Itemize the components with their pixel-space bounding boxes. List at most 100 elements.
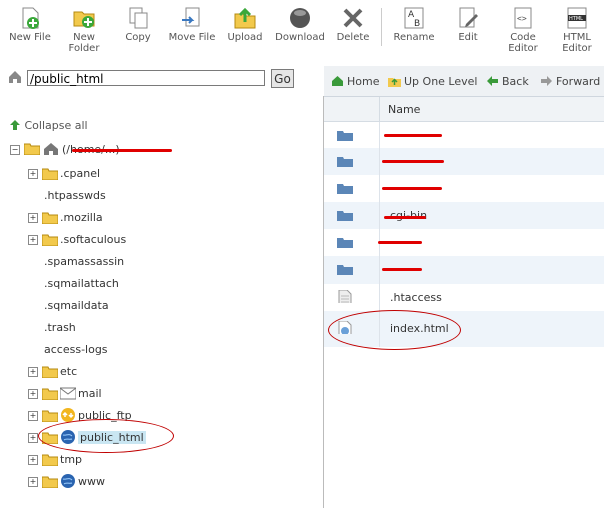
tree-item-etc[interactable]: + etc: [28, 364, 228, 382]
row-icon-cell: [324, 122, 380, 148]
tree-item-www[interactable]: + www: [28, 474, 228, 492]
tree-item-label: .sqmailattach: [44, 277, 119, 290]
row-icon-cell: [324, 202, 380, 229]
delete-button[interactable]: Delete: [334, 6, 372, 43]
tree-item-sqmaildata[interactable]: .sqmaildata: [28, 298, 228, 316]
tree-item-access-logs[interactable]: access-logs: [28, 342, 228, 360]
collapse-toggle-icon[interactable]: −: [10, 145, 20, 155]
folder-icon: [42, 410, 58, 422]
collapse-all-label: Collapse all: [24, 119, 88, 132]
folder-icon: [337, 131, 353, 141]
folder-icon: [337, 157, 353, 167]
move-file-button[interactable]: Move File: [165, 6, 219, 43]
table-row[interactable]: [324, 229, 604, 256]
name-column-header[interactable]: Name: [388, 103, 420, 116]
path-home-icon[interactable]: [8, 70, 22, 84]
tree-item-mozilla[interactable]: + .mozilla: [28, 210, 228, 228]
forward-label: Forward: [556, 75, 601, 88]
go-button[interactable]: Go: [271, 69, 294, 88]
new-file-label: New File: [9, 32, 51, 43]
folder-icon: [42, 366, 58, 378]
home-link[interactable]: Home: [331, 75, 379, 88]
copy-button[interactable]: Copy: [120, 6, 156, 43]
table-row[interactable]: .htaccess: [324, 284, 604, 311]
folder-icon: [337, 265, 353, 275]
upload-button[interactable]: Upload: [225, 6, 265, 43]
tree-item-mail[interactable]: + mail: [28, 386, 228, 404]
delete-icon: [341, 6, 365, 30]
tree-item-htpasswds[interactable]: .htpasswds: [28, 188, 228, 206]
collapse-all-link[interactable]: Collapse all: [9, 119, 88, 132]
move-file-icon: [180, 6, 204, 30]
expand-toggle-icon[interactable]: +: [28, 367, 38, 377]
row-icon-cell: [324, 284, 380, 311]
expand-toggle-icon[interactable]: +: [28, 213, 38, 223]
toolbar-divider: [381, 8, 382, 46]
edit-icon: [456, 6, 480, 30]
collapse-arrow-icon: [9, 119, 21, 131]
tree-item-label: .mozilla: [60, 211, 103, 224]
folder-icon: [42, 212, 58, 224]
tree-item-label: .htpasswds: [44, 189, 106, 202]
file-name[interactable]: .htaccess: [390, 291, 442, 304]
path-input[interactable]: /public_html: [27, 70, 265, 86]
expand-toggle-icon[interactable]: +: [28, 455, 38, 465]
expand-toggle-icon[interactable]: +: [28, 477, 38, 487]
tree-item-spamassassin[interactable]: .spamassassin: [28, 254, 228, 272]
rename-label: Rename: [393, 32, 435, 43]
folder-icon: [42, 234, 58, 246]
svg-text:HTML: HTML: [569, 16, 583, 22]
tree-item-sqmailattach[interactable]: .sqmailattach: [28, 276, 228, 294]
tree-item-label: .trash: [44, 321, 76, 334]
tree-item-label: www: [78, 475, 105, 488]
download-label: Download: [275, 32, 325, 43]
tree-item-softaculous[interactable]: + .softaculous: [28, 232, 228, 250]
table-row[interactable]: [324, 256, 604, 284]
expand-toggle-icon[interactable]: +: [28, 433, 38, 443]
folder-icon: [42, 476, 58, 488]
expand-toggle-icon[interactable]: +: [28, 235, 38, 245]
tree-item-label: .spamassassin: [44, 255, 125, 268]
delete-label: Delete: [336, 32, 370, 43]
download-button[interactable]: Download: [274, 6, 326, 43]
folder-icon: [42, 168, 58, 180]
new-folder-button[interactable]: New Folder: [60, 6, 108, 54]
redaction-mark: [384, 134, 442, 137]
back-link[interactable]: Back: [486, 75, 529, 88]
up-one-level-link[interactable]: Up One Level: [388, 75, 477, 88]
table-row[interactable]: [324, 148, 604, 175]
home-icon: [331, 75, 344, 87]
expand-toggle-icon[interactable]: +: [28, 389, 38, 399]
tree-item-trash[interactable]: .trash: [28, 320, 228, 338]
folder-icon: [337, 211, 353, 221]
rename-button[interactable]: AB Rename: [392, 6, 436, 43]
tree-item-cpanel[interactable]: + .cpanel: [28, 166, 228, 184]
expand-toggle-icon[interactable]: +: [28, 411, 38, 421]
table-row[interactable]: [324, 122, 604, 148]
html-editor-button[interactable]: HTML HTML Editor: [558, 6, 596, 54]
annotation-ellipse: [328, 310, 461, 350]
redaction-mark: [384, 216, 426, 219]
code-editor-button[interactable]: <> Code Editor: [504, 6, 542, 54]
table-row[interactable]: [324, 175, 604, 202]
tree-item-label: access-logs: [44, 343, 108, 356]
edit-label: Edit: [458, 32, 478, 43]
redaction-mark: [72, 149, 172, 152]
svg-text:<>: <>: [517, 14, 527, 23]
back-label: Back: [502, 75, 529, 88]
redaction-mark: [382, 187, 442, 190]
copy-icon: [126, 6, 150, 30]
expand-toggle-icon[interactable]: +: [28, 169, 38, 179]
edit-button[interactable]: Edit: [452, 6, 484, 43]
tree-item-label: .sqmaildata: [44, 299, 109, 312]
row-icon-cell: [324, 229, 380, 256]
new-file-button[interactable]: New File: [4, 6, 56, 43]
globe-icon: [61, 474, 75, 488]
code-editor-label: Code Editor: [508, 32, 538, 54]
tree-item-label: tmp: [60, 453, 83, 466]
table-row[interactable]: cgi-bin: [324, 202, 604, 229]
row-icon-cell: [324, 256, 380, 284]
tree-item-tmp[interactable]: + tmp: [28, 452, 228, 470]
mail-icon: [60, 387, 76, 400]
forward-link[interactable]: Forward: [540, 75, 600, 88]
